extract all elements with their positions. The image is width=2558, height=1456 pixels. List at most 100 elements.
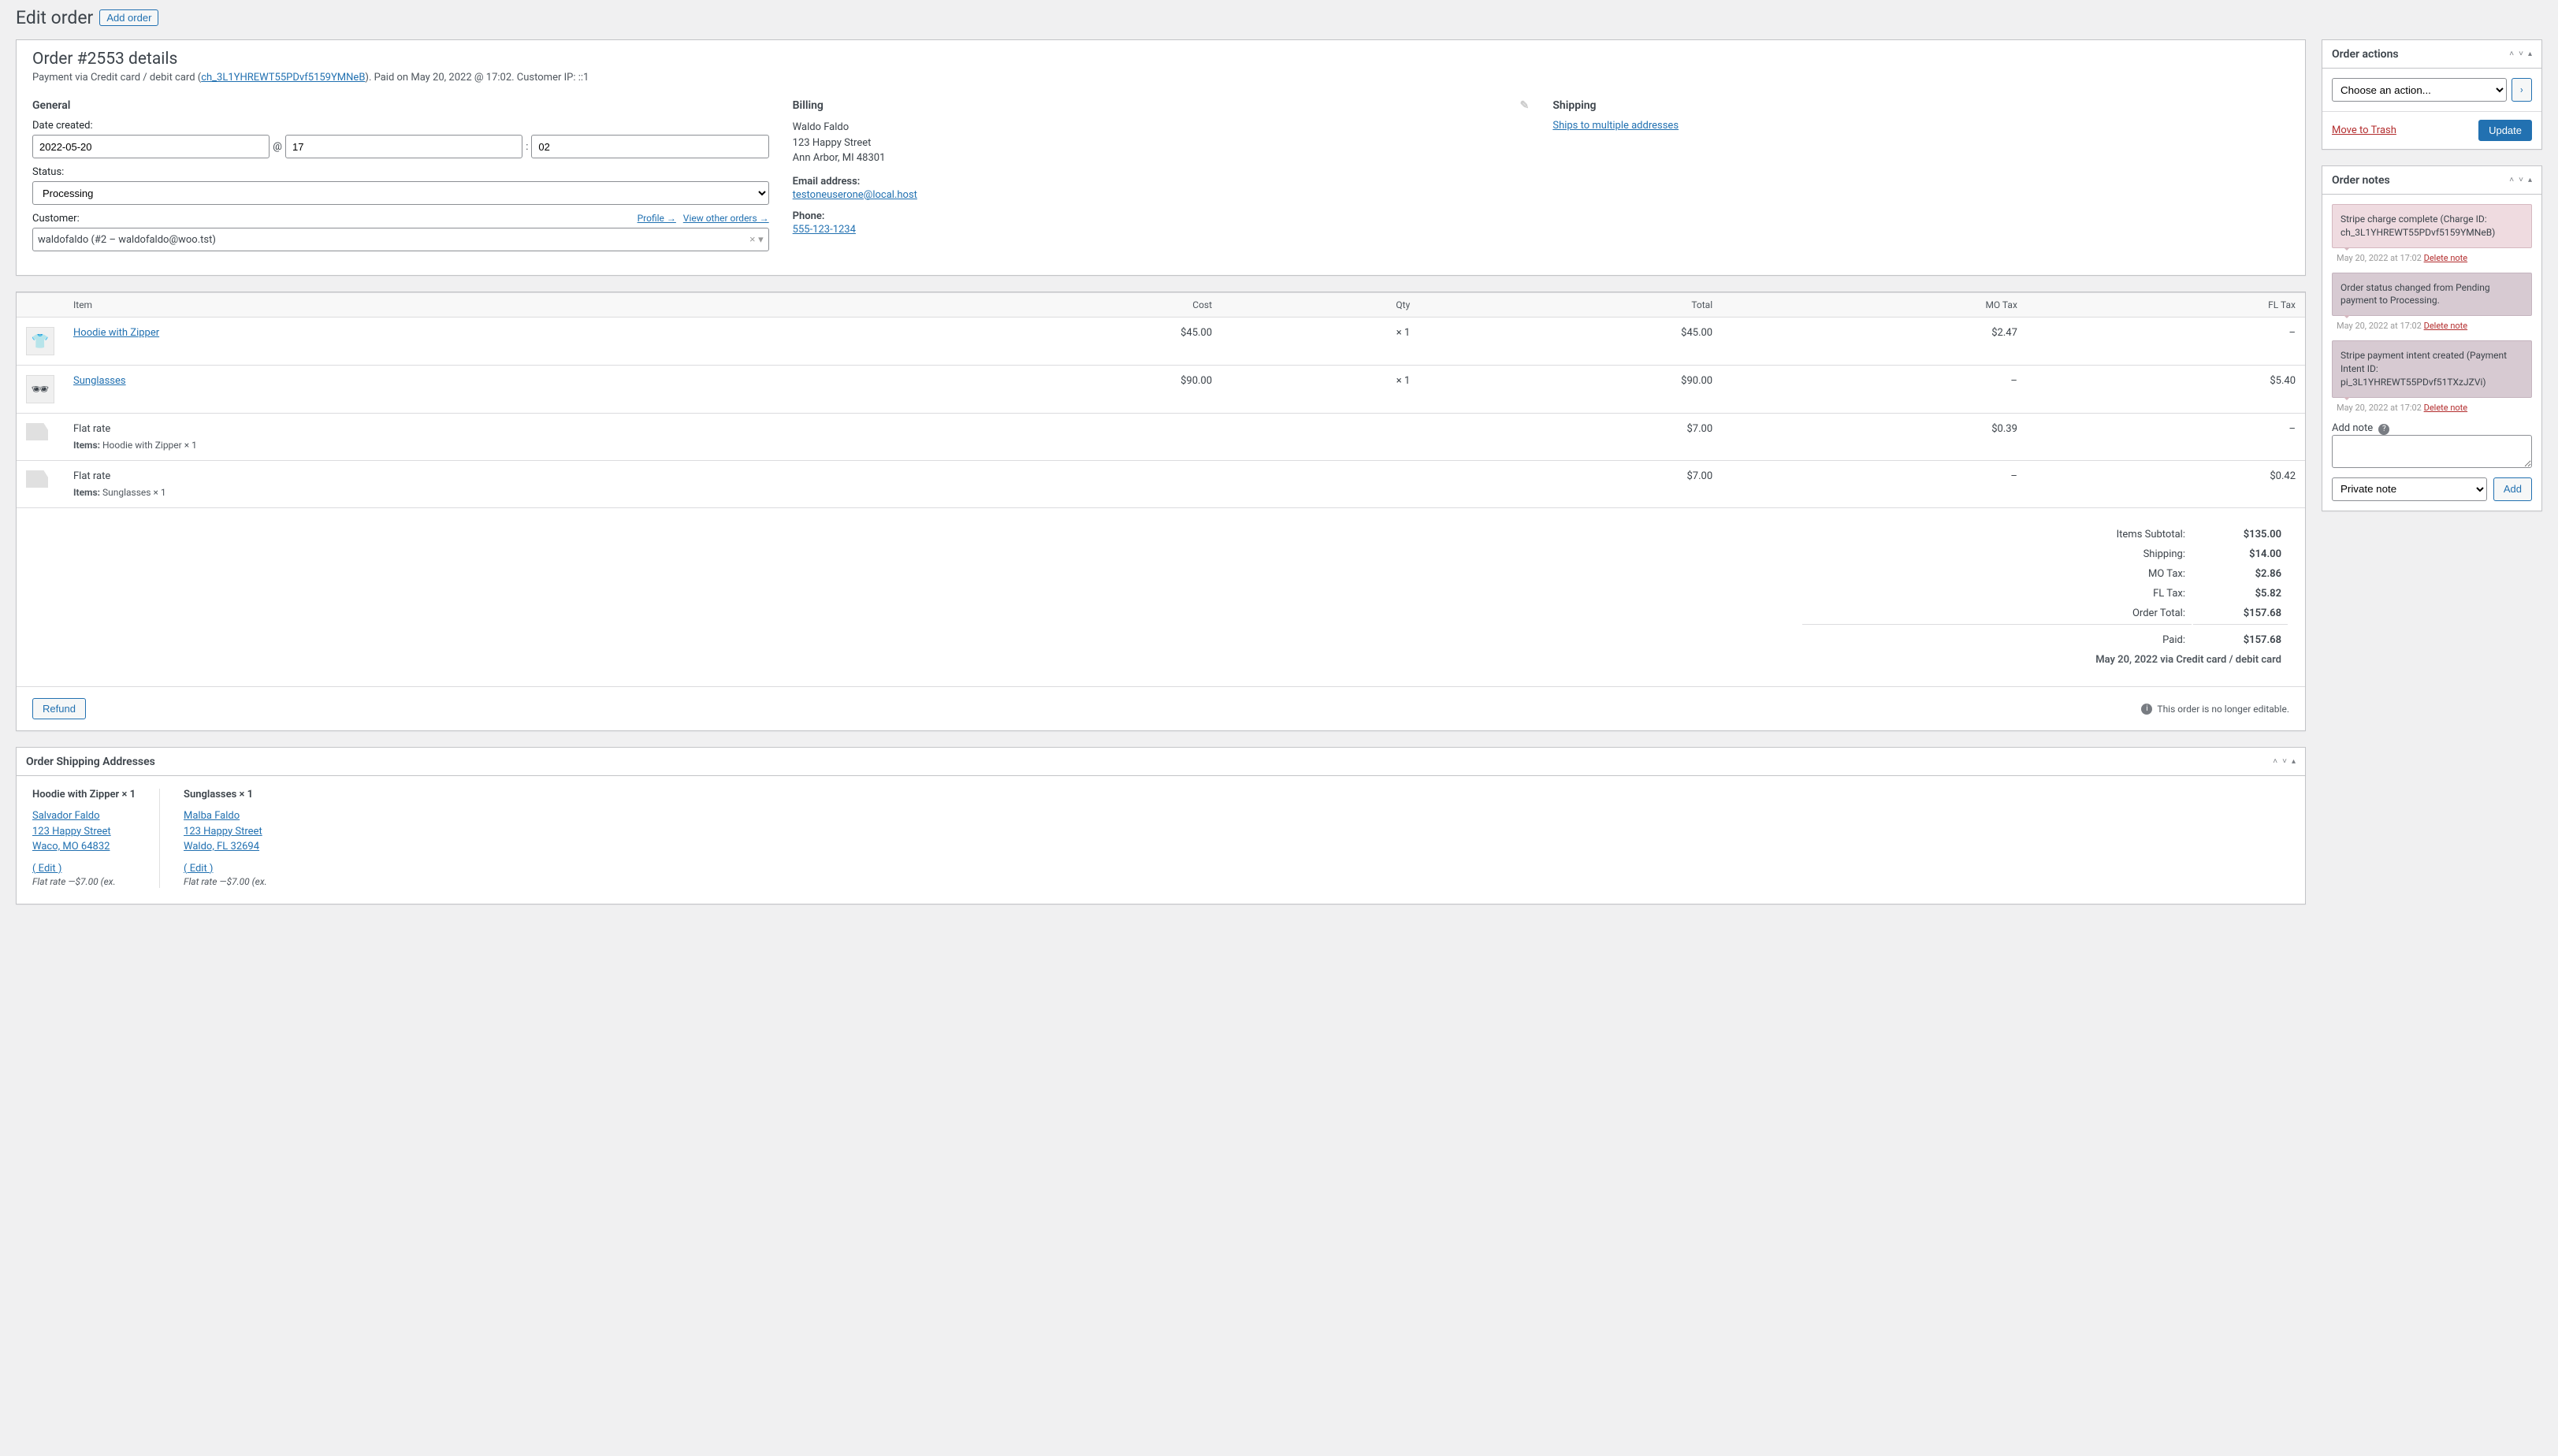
total-value: $135.00 (2193, 526, 2288, 544)
status-select[interactable]: Processing (32, 181, 769, 205)
total-label: FL Tax: (1802, 585, 2192, 603)
shipping-heading: Shipping (1552, 99, 2289, 112)
phone-label: Phone: (793, 210, 1530, 222)
paid-label: Paid: (1802, 624, 2192, 649)
shipping-name: Flat rate (73, 470, 909, 482)
subtitle-prefix: Payment via Credit card / debit card ( (32, 72, 201, 84)
ship-fltax: $0.42 (2027, 461, 2305, 508)
general-heading: General (32, 99, 769, 112)
hour-input[interactable] (285, 135, 522, 158)
items-meta-value: Sunglasses × 1 (102, 487, 166, 498)
view-other-orders-link[interactable]: View other orders → (683, 213, 769, 224)
ship-address-card: Sunglasses × 1 Malba Faldo 123 Happy Str… (184, 789, 291, 888)
ship-edit-link[interactable]: ( Edit ) (32, 861, 136, 877)
date-created-input[interactable] (32, 135, 270, 158)
move-down-icon[interactable]: ˅ (2519, 176, 2523, 184)
colon: : (526, 141, 528, 153)
item-qty: × 1 (1221, 318, 1419, 366)
move-down-icon[interactable]: ˅ (2519, 50, 2523, 58)
item-total: $45.00 (1419, 318, 1722, 366)
item-fltax: – (2027, 318, 2305, 366)
minute-input[interactable] (531, 135, 768, 158)
ship-edit-link[interactable]: ( Edit ) (184, 861, 267, 877)
ship-city-link[interactable]: Waldo, FL 32694 (184, 839, 267, 855)
billing-name: Waldo Faldo (793, 120, 1530, 136)
shipping-name: Flat rate (73, 423, 909, 435)
ship-city-link[interactable]: Waco, MO 64832 (32, 839, 136, 855)
total-label: Order Total: (1802, 604, 2192, 622)
item-cost: $45.00 (919, 318, 1221, 366)
edit-billing-icon[interactable]: ✎ (1520, 99, 1530, 112)
toggle-icon[interactable]: ▴ (2292, 757, 2296, 766)
item-motax: $2.47 (1722, 318, 2027, 366)
col-item: Item (64, 293, 919, 318)
general-column: General Date created: @ : (32, 99, 769, 259)
date-created-label: Date created: (32, 120, 769, 132)
order-notes-box: Order notes ˄ ˅ ▴ Stripe charge complete… (2322, 165, 2542, 511)
add-note-button[interactable]: Add (2493, 477, 2532, 501)
order-action-select[interactable]: Choose an action... (2332, 78, 2507, 102)
delete-note-link[interactable]: Delete note (2424, 403, 2468, 413)
ship-street-link[interactable]: 123 Happy Street (184, 824, 267, 840)
paid-value: $157.68 (2193, 624, 2288, 649)
run-action-button[interactable]: › (2512, 78, 2532, 102)
move-up-icon[interactable]: ˄ (2509, 50, 2514, 58)
items-meta-label: Items: (73, 487, 100, 498)
add-order-button[interactable]: Add order (99, 9, 158, 26)
update-button[interactable]: Update (2478, 120, 2532, 141)
note-timestamp: May 20, 2022 at 17:02 (2337, 403, 2422, 413)
product-thumb-icon: 👕 (26, 327, 54, 355)
order-note: Stripe charge complete (Charge ID: ch_3L… (2332, 204, 2532, 248)
ships-multiple-link[interactable]: Ships to multiple addresses (1552, 120, 1679, 132)
help-icon[interactable]: ? (2378, 424, 2389, 435)
delete-note-link[interactable]: Delete note (2424, 321, 2468, 331)
ship-card-title: Hoodie with Zipper × 1 (32, 789, 136, 800)
shipping-column: Shipping Ships to multiple addresses (1552, 99, 2289, 259)
email-label: Email address: (793, 176, 1530, 188)
ship-name-link[interactable]: Malba Faldo (184, 808, 267, 824)
delete-note-link[interactable]: Delete note (2424, 253, 2468, 263)
col-fltax: FL Tax (2027, 293, 2305, 318)
profile-link[interactable]: Profile → (638, 213, 676, 224)
product-link[interactable]: Sunglasses (73, 375, 126, 387)
total-value: $5.82 (2193, 585, 2288, 603)
add-note-textarea[interactable] (2332, 435, 2532, 468)
move-to-trash-link[interactable]: Move to Trash (2332, 124, 2396, 136)
customer-value: waldofaldo (#2 – waldofaldo@woo.tst) (38, 234, 216, 246)
totals-table: Items Subtotal:$135.00 Shipping:$14.00 M… (1801, 524, 2289, 670)
col-qty: Qty (1221, 293, 1419, 318)
order-details-box: Order #2553 details Payment via Credit c… (16, 39, 2306, 276)
billing-citystate: Ann Arbor, MI 48301 (793, 150, 1530, 166)
ship-street-link[interactable]: 123 Happy Street (32, 824, 136, 840)
ship-method: Flat rate —$7.00 (ex. (32, 876, 116, 887)
billing-phone-link[interactable]: 555-123-1234 (793, 224, 856, 236)
paid-via: May 20, 2022 via Credit card / debit car… (1802, 651, 2288, 669)
customer-label: Customer: (32, 213, 80, 225)
item-motax: – (1722, 366, 2027, 414)
move-down-icon[interactable]: ˅ (2282, 757, 2287, 766)
toggle-icon[interactable]: ▴ (2528, 176, 2532, 184)
ship-card-title: Sunglasses × 1 (184, 789, 267, 800)
move-up-icon[interactable]: ˄ (2273, 757, 2277, 766)
shipping-line-row: Flat rate Items: Hoodie with Zipper × 1 … (17, 414, 2305, 461)
clear-customer-icon[interactable]: × ▾ (749, 233, 764, 246)
customer-select[interactable]: waldofaldo (#2 – waldofaldo@woo.tst) × ▾ (32, 228, 769, 251)
order-notes-heading: Order notes (2332, 174, 2390, 187)
ship-name-link[interactable]: Salvador Faldo (32, 808, 136, 824)
not-editable-note: i This order is no longer editable. (2138, 704, 2289, 715)
status-label: Status: (32, 166, 769, 178)
note-type-select[interactable]: Private note (2332, 477, 2487, 501)
toggle-icon[interactable]: ▴ (2528, 50, 2532, 58)
billing-email-link[interactable]: testoneuserone@local.host (793, 189, 917, 201)
line-items-box: Item Cost Qty Total MO Tax FL Tax 👕 Hood… (16, 292, 2306, 731)
order-note: Order status changed from Pending paymen… (2332, 273, 2532, 317)
charge-link[interactable]: ch_3L1YHREWT55PDvf5159YMNeB (201, 72, 365, 84)
items-meta-value: Hoodie with Zipper × 1 (102, 440, 197, 451)
line-item-row: 👕 Hoodie with Zipper $45.00 × 1 $45.00 $… (17, 318, 2305, 366)
move-up-icon[interactable]: ˄ (2509, 176, 2514, 184)
product-link[interactable]: Hoodie with Zipper (73, 327, 159, 339)
shipping-icon (26, 423, 48, 440)
refund-button[interactable]: Refund (32, 698, 86, 719)
shipping-line-row: Flat rate Items: Sunglasses × 1 $7.00 – … (17, 461, 2305, 508)
billing-column: Billing ✎ Waldo Faldo 123 Happy Street A… (793, 99, 1530, 259)
